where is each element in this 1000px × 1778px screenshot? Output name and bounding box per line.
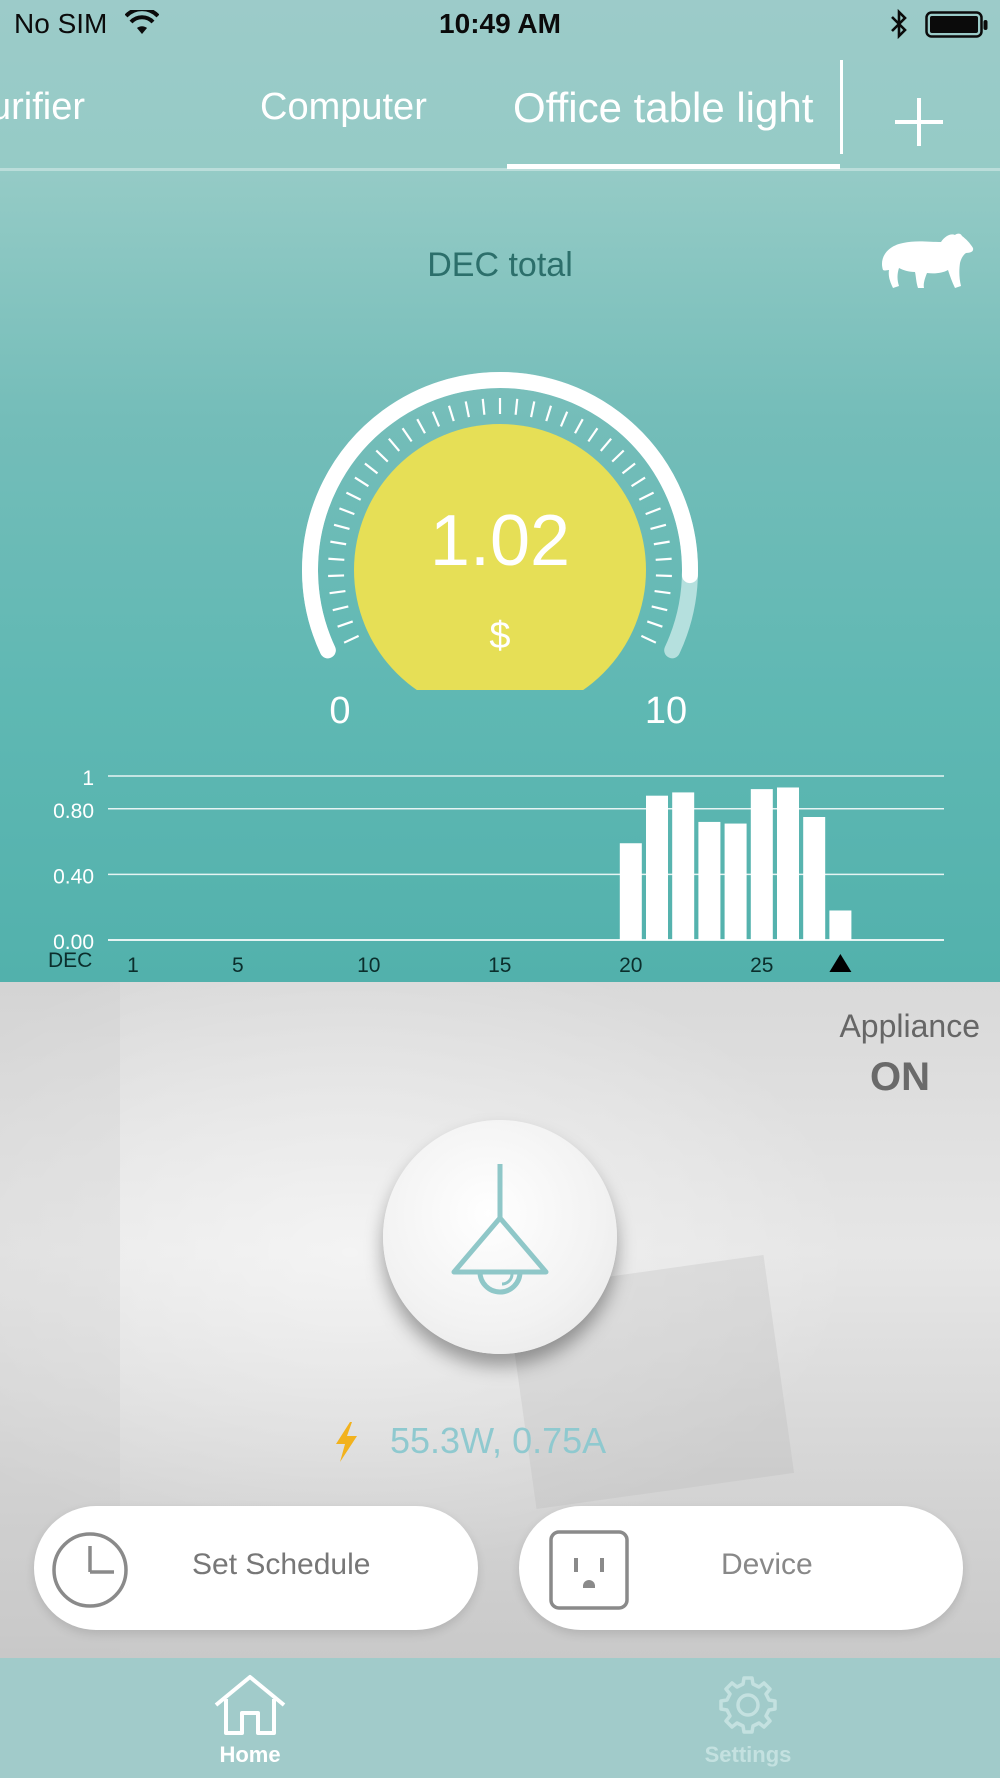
tab-edge-divider: [840, 60, 843, 154]
gauge-tick: [630, 476, 646, 488]
gauge-tick: [431, 411, 441, 427]
month-total-title: DEC total: [427, 246, 573, 284]
x-tick-label: 20: [619, 954, 642, 977]
usage-panel: No SIM 10:49 AM urifier Computer Office …: [0, 0, 1000, 982]
gauge-value: 1.02: [429, 501, 571, 581]
gauge-tick: [337, 620, 354, 628]
chart-bar: [777, 787, 799, 940]
tab-settings-label: Settings: [704, 1742, 792, 1767]
chart-bar: [829, 910, 852, 940]
current-day-marker-icon: [829, 954, 852, 972]
chart-bar: [619, 843, 642, 940]
gauge-tick: [416, 418, 426, 434]
gauge-tick: [646, 620, 663, 628]
tab-home-label: Home: [219, 1742, 281, 1767]
gauge-tick: [339, 507, 355, 516]
appliance-label: Appliance: [839, 1008, 980, 1044]
chart-bar: [750, 789, 773, 940]
gauge-tick: [650, 523, 667, 531]
gauge-tick: [587, 427, 599, 443]
device-tabs: urifier Computer Office table light: [0, 58, 1000, 170]
battery-icon: [925, 11, 989, 44]
gauge-tick: [388, 438, 401, 452]
y-tick-label: 0.40: [53, 865, 94, 888]
set-schedule-label: Set Schedule: [192, 1548, 371, 1581]
tab-home[interactable]: Home: [150, 1658, 350, 1778]
clock-icon: [50, 1530, 130, 1615]
gauge-tick: [654, 589, 671, 595]
tabs-divider: [0, 168, 1000, 171]
x-tick-label: 10: [357, 954, 380, 977]
chart-bar: [698, 821, 721, 940]
gauge-tick: [447, 405, 455, 422]
plus-icon[interactable]: [893, 96, 945, 148]
clock-time: 10:49 AM: [439, 8, 561, 39]
gear-icon: [719, 1676, 777, 1734]
bolt-icon: [330, 1420, 362, 1469]
gauge-tick: [655, 574, 672, 578]
gauge-tick: [530, 401, 536, 418]
gauge-tick: [481, 398, 486, 415]
gauge-max-label: 10: [644, 690, 688, 732]
gauge-tick: [574, 418, 584, 434]
gauge-tick: [621, 462, 636, 475]
x-tick-label: 5: [232, 954, 244, 977]
device-button[interactable]: Device: [519, 1506, 963, 1630]
x-tick-label: 25: [750, 954, 773, 977]
daily-usage-chart: 10.800.400.001 5 10 15 20 25DEC: [48, 767, 944, 977]
outlet-icon: [549, 1530, 629, 1615]
gauge-tick: [332, 605, 349, 612]
gauge-tick: [653, 540, 670, 546]
gauge-unit: $: [489, 615, 511, 657]
gauge-tick: [464, 401, 470, 418]
chart-bar: [672, 792, 695, 940]
gauge-tick: [364, 462, 379, 475]
lamp-icon: [451, 1164, 549, 1295]
gauge-tick: [611, 449, 625, 463]
tab-computer[interactable]: Computer: [260, 86, 427, 129]
gauge-tick: [655, 557, 672, 561]
tab-settings[interactable]: Settings: [648, 1658, 848, 1778]
gauge-tick: [328, 557, 345, 561]
chart-bar: [646, 795, 668, 940]
gauge-tick: [375, 449, 389, 463]
x-axis-label: DEC: [48, 949, 92, 972]
gauge-tick: [559, 411, 569, 427]
gauge-tick: [545, 405, 553, 422]
gauge-tick: [329, 589, 346, 595]
gauge-tick: [328, 574, 345, 578]
bear-icon[interactable]: [875, 230, 975, 297]
gauge-tick: [345, 491, 362, 501]
status-bar: No SIM 10:49 AM: [0, 0, 1000, 50]
device-label: Device: [721, 1548, 813, 1581]
home-icon: [214, 1675, 286, 1735]
set-schedule-button[interactable]: Set Schedule: [34, 1506, 478, 1630]
gauge-tick: [645, 507, 661, 516]
x-tick-label: 15: [488, 954, 511, 977]
gauge-min-label: 0: [329, 690, 351, 732]
tab-office-table-light[interactable]: Office table light: [513, 84, 813, 132]
chart-bar: [724, 823, 747, 940]
power-toggle-button[interactable]: [383, 1120, 617, 1354]
gauge-tick: [651, 605, 668, 612]
gauge-tick: [401, 427, 413, 443]
gauge-tick: [638, 491, 655, 501]
gauge-tick: [514, 398, 519, 415]
y-tick-label: 0.80: [53, 800, 94, 823]
x-tick-label: 1: [127, 954, 139, 977]
gauge-tick: [330, 540, 347, 546]
tab-bar: Home Settings: [0, 1658, 1000, 1778]
tab-purifier[interactable]: urifier: [0, 86, 85, 129]
gauge-tick: [354, 476, 370, 488]
gauge-tick: [599, 438, 612, 452]
bluetooth-icon: [888, 8, 910, 45]
power-reading: 55.3W, 0.75A: [390, 1420, 607, 1461]
y-tick-label: 1: [82, 767, 94, 790]
gauge-tick: [333, 523, 350, 531]
chart-bar: [803, 817, 826, 940]
appliance-state: ON: [870, 1055, 930, 1099]
